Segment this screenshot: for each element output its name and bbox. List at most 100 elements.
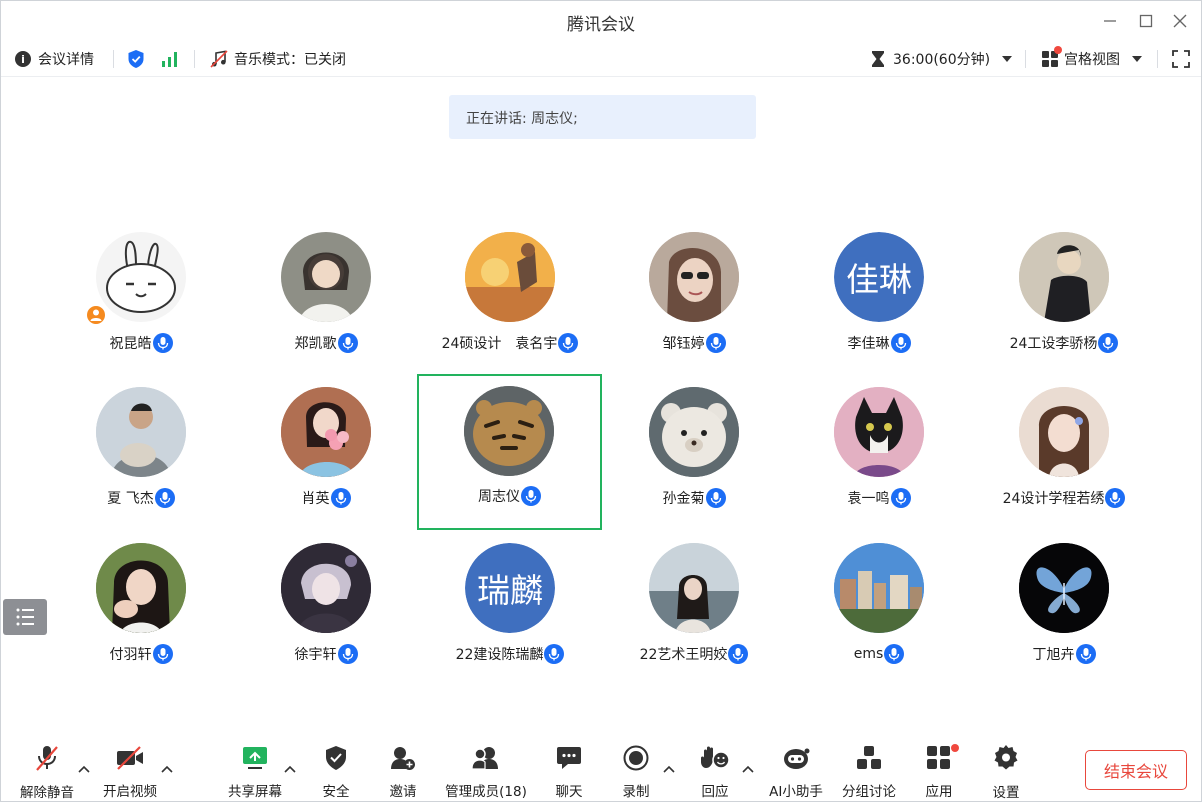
close-button[interactable] <box>1168 9 1192 33</box>
participant-label: 24工设李骄杨 <box>972 332 1156 354</box>
hourglass-icon <box>872 51 884 67</box>
music-mode-button[interactable]: 音乐模式：已关闭 <box>210 41 346 77</box>
apps-button[interactable]: 应用 <box>919 744 959 800</box>
participant-avatar: 佳琳 <box>834 232 924 322</box>
record-label: 录制 <box>622 784 650 800</box>
participant-name: 李佳琳 <box>847 336 890 352</box>
chevron-down-icon <box>1002 56 1013 62</box>
participant-tile[interactable]: 24硕设计 袁名宇 <box>418 221 602 376</box>
reaction-label: 回应 <box>701 784 729 800</box>
share-options-chevron-icon[interactable] <box>283 764 297 774</box>
participant-avatar <box>834 387 924 477</box>
participant-tile[interactable]: 徐宇轩 <box>234 532 418 687</box>
breakout-rooms-icon <box>854 744 884 771</box>
raise-hand-emoji-icon <box>700 744 730 771</box>
avatar-initials: 佳琳 <box>834 232 924 322</box>
divider <box>113 50 114 68</box>
close-icon <box>1173 14 1187 28</box>
participant-tile[interactable]: 付羽轩 <box>49 532 233 687</box>
participant-tile[interactable]: 丁旭卉 <box>972 532 1156 687</box>
participant-name: 24工设李骄杨 <box>1009 336 1098 352</box>
participant-avatar: 瑞麟 <box>465 543 555 633</box>
meeting-window: 腾讯会议 i 会议详情 音乐模式：已关闭 36:00(60分钟) 宫格视图 正在… <box>0 0 1202 802</box>
reaction-options-chevron-icon[interactable] <box>741 764 755 774</box>
security-button[interactable]: 安全 <box>316 744 356 800</box>
participant-avatar <box>649 387 739 477</box>
participant-tile[interactable]: 肖英 <box>234 376 418 531</box>
participant-avatar <box>464 386 554 476</box>
video-options-chevron-icon[interactable] <box>160 764 174 774</box>
record-button[interactable]: 录制 <box>616 744 656 800</box>
start-video-button[interactable]: 开启视频 <box>102 744 158 800</box>
security-status-button[interactable] <box>127 41 145 77</box>
participant-tile[interactable]: 24设计学程若绣 <box>972 376 1156 531</box>
share-screen-icon <box>240 744 270 771</box>
participant-name: 郑凯歌 <box>294 336 337 352</box>
mic-options-chevron-icon[interactable] <box>77 764 91 774</box>
gear-icon <box>991 744 1021 772</box>
music-mode-label: 音乐模式：已关闭 <box>234 52 346 68</box>
record-options-chevron-icon[interactable] <box>662 764 676 774</box>
unmute-label: 解除静音 <box>20 785 74 801</box>
invite-button[interactable]: 邀请 <box>383 744 423 800</box>
avatar-initials: 瑞麟 <box>465 543 555 633</box>
settings-button[interactable]: 设置 <box>986 744 1026 801</box>
participant-tile[interactable]: 瑞麟 22建设陈瑞麟 <box>418 532 602 687</box>
maximize-icon <box>1139 14 1153 28</box>
chevron-down-icon <box>1132 56 1142 62</box>
network-status-button[interactable] <box>161 41 179 77</box>
participant-tile[interactable]: 孙金菊 <box>602 376 786 531</box>
mic-status-icon <box>521 486 541 506</box>
title-bar: 腾讯会议 <box>1 1 1201 41</box>
participant-name: ems <box>853 646 884 662</box>
participant-name: 付羽轩 <box>109 647 152 663</box>
end-meeting-button[interactable]: 结束会议 <box>1085 750 1187 790</box>
participant-tile[interactable]: 周志仪 <box>417 374 602 530</box>
participant-tile[interactable]: 22艺术王明姣 <box>602 532 786 687</box>
participant-label: 24设计学程若绣 <box>972 487 1156 509</box>
ai-assistant-button[interactable]: AI小助手 <box>768 744 824 800</box>
participant-tile[interactable]: 郑凯歌 <box>234 221 418 376</box>
unmute-button[interactable]: 解除静音 <box>19 744 75 801</box>
participant-tile[interactable]: 夏 飞杰 <box>49 376 233 531</box>
meeting-timer[interactable]: 36:00(60分钟) <box>871 41 1013 77</box>
participant-avatar <box>281 387 371 477</box>
mic-off-icon <box>32 744 62 772</box>
participant-name: 夏 飞杰 <box>107 491 154 507</box>
participant-tile[interactable]: 袁一鸣 <box>787 376 971 531</box>
participant-tile[interactable]: 佳琳李佳琳 <box>787 221 971 376</box>
add-user-icon <box>388 744 418 771</box>
mic-status-icon <box>705 333 726 353</box>
meeting-details-button[interactable]: i 会议详情 <box>15 41 94 77</box>
participant-tile[interactable]: 祝昆皓 <box>49 221 233 376</box>
participant-name: 祝昆皓 <box>109 336 152 352</box>
participant-list-toggle[interactable] <box>3 599 47 635</box>
maximize-button[interactable] <box>1134 9 1158 33</box>
manage-members-button[interactable]: 管理成员(18) <box>445 744 527 800</box>
ai-assistant-label: AI小助手 <box>769 784 823 800</box>
mic-status-icon <box>152 644 173 664</box>
participant-avatar <box>465 232 555 322</box>
manage-members-label: 管理成员(18) <box>445 784 527 800</box>
participant-tile[interactable]: 24工设李骄杨 <box>972 221 1156 376</box>
participant-name: 22艺术王明姣 <box>639 647 728 663</box>
chat-button[interactable]: 聊天 <box>549 744 589 800</box>
participant-name: 24设计学程若绣 <box>1002 491 1105 507</box>
record-icon <box>621 744 651 771</box>
share-screen-button[interactable]: 共享屏幕 <box>227 744 283 800</box>
fullscreen-button[interactable] <box>1172 41 1190 77</box>
breakout-rooms-button[interactable]: 分组讨论 <box>841 744 897 800</box>
participant-avatar <box>649 232 739 322</box>
mic-status-icon <box>330 488 351 508</box>
participant-tile[interactable]: ems <box>787 532 971 687</box>
start-video-label: 开启视频 <box>103 784 157 800</box>
apps-grid-icon <box>924 744 959 771</box>
mic-status-icon <box>154 488 175 508</box>
mic-status-icon <box>890 333 911 353</box>
settings-label: 设置 <box>992 785 1020 801</box>
participant-tile[interactable]: 邹钰婷 <box>602 221 786 376</box>
minimize-button[interactable] <box>1098 9 1122 33</box>
view-layout-button[interactable]: 宫格视图 <box>1041 41 1142 77</box>
participant-label: 肖英 <box>234 487 418 509</box>
reaction-button[interactable]: 回应 <box>695 744 735 800</box>
